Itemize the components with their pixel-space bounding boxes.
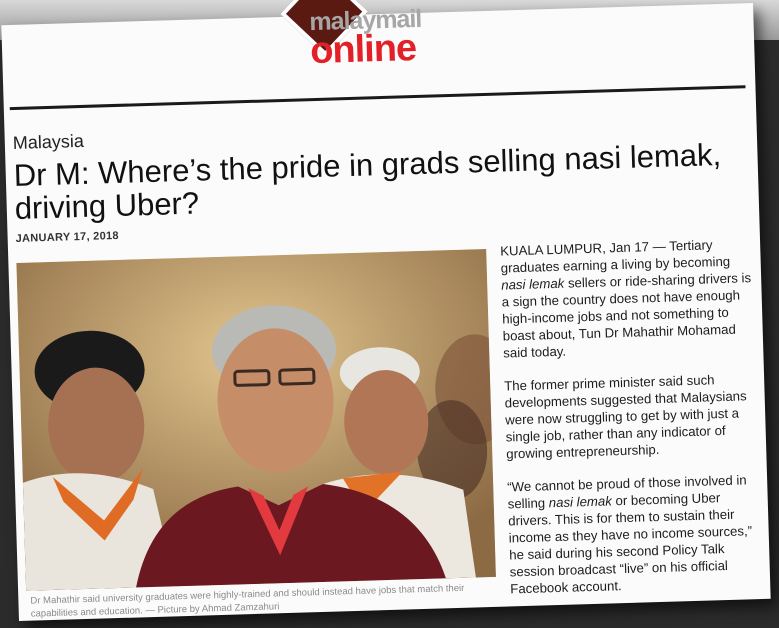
paragraph-3-italic: nasi lemak — [548, 493, 613, 511]
article-photo — [16, 249, 496, 591]
photo-illustration — [16, 249, 496, 591]
headline: Dr M: Where’s the pride in grads selling… — [13, 136, 722, 226]
paragraph-2: The former prime minister said such deve… — [504, 372, 747, 462]
malaymail-logo: malaymail online — [309, 5, 423, 73]
paragraph-1-text-a: KUALA LUMPUR, Jan 17 — Tertiary graduate… — [500, 237, 731, 276]
section-label: Malaysia — [12, 130, 85, 153]
paragraph-1-italic: nasi lemak — [501, 275, 565, 293]
article-body: KUALA LUMPUR, Jan 17 — Tertiary graduate… — [500, 235, 763, 613]
newspaper-printout: malaymail online Malaysia Dr M: Where’s … — [1, 0, 771, 622]
header-divider — [9, 85, 746, 111]
article-date: JANUARY 17, 2018 — [15, 229, 120, 245]
logo-bottom-text: online — [309, 27, 417, 73]
paragraph-3: “We cannot be proud of those involved in… — [507, 471, 762, 597]
paragraph-1: KUALA LUMPUR, Jan 17 — Tertiary graduate… — [500, 235, 755, 361]
